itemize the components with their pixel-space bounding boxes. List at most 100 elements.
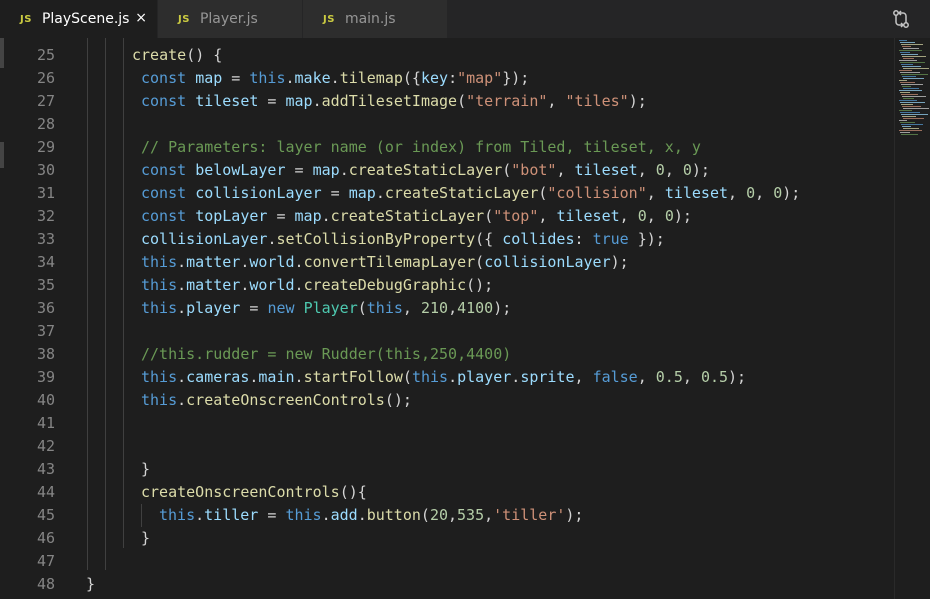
code-token: topLayer — [195, 207, 268, 225]
code-line[interactable]: 32 const topLayer = map.createStaticLayer… — [0, 205, 894, 228]
code-token: ( — [420, 506, 430, 524]
code-token: const — [141, 69, 187, 87]
code-line[interactable]: 29 // Parameters: layer name (or index) f… — [0, 136, 894, 159]
code-line[interactable]: 28 — [0, 113, 894, 136]
minimap-line — [902, 106, 921, 107]
code-token: , — [619, 207, 638, 225]
minimap-line — [899, 100, 917, 101]
code-text: createOnscreenControls(){ — [141, 481, 367, 504]
code-token: 0 — [637, 207, 647, 225]
code-line[interactable]: 33 collisionLayer.setCollisionByProperty(… — [0, 228, 894, 251]
line-number: 46 — [36, 529, 55, 547]
code-token: "map" — [457, 69, 503, 87]
code-token: cameras — [186, 368, 250, 386]
line-number: 45 — [36, 506, 55, 524]
code-line[interactable]: 46} — [0, 527, 894, 550]
code-line[interactable]: 39 this.cameras.main.startFollow(this.pla… — [0, 366, 894, 389]
code-token: } — [141, 529, 151, 547]
code-line[interactable]: 26 const map = this.make.tilemap({key:"ma… — [0, 67, 894, 90]
code-token: this — [141, 368, 178, 386]
code-token: const — [141, 207, 187, 225]
minimap-line — [903, 78, 924, 79]
code-token: // Parameters: layer name (or index) fro… — [141, 138, 701, 156]
code-line[interactable]: 47 — [0, 550, 894, 573]
code-token: createOnscreenControls — [186, 391, 385, 409]
minimap-line — [902, 86, 911, 87]
code-text: this.player = new Player(this, 210,4100)… — [141, 297, 511, 320]
code-text: collisionLayer.setCollisionByProperty({ … — [141, 228, 665, 251]
minimap-line — [899, 110, 912, 111]
code-token: . — [294, 276, 304, 294]
minimap-line — [900, 62, 925, 63]
code-text: this.matter.world.createDebugGraphic(); — [141, 274, 493, 297]
line-number: 31 — [36, 184, 55, 202]
minimap-line — [900, 92, 910, 93]
javascript-file-icon: JS — [20, 13, 32, 25]
code-line[interactable]: 35 this.matter.world.createDebugGraphic()… — [0, 274, 894, 297]
line-number: 43 — [36, 460, 55, 478]
code-token: , — [728, 184, 747, 202]
code-line[interactable]: 27 const tileset = map.addTilesetImage("t… — [0, 90, 894, 113]
minimap-line — [901, 54, 918, 55]
line-number: 28 — [36, 115, 55, 133]
code-line[interactable]: 37 — [0, 320, 894, 343]
code-token: const — [141, 161, 187, 179]
code-line[interactable]: 38 //this.rudder = new Rudder(this,250,44… — [0, 343, 894, 366]
code-line[interactable]: 44 createOnscreenControls(){ — [0, 481, 894, 504]
code-token: main — [258, 368, 295, 386]
code-token: , — [448, 299, 458, 317]
minimap-line — [899, 130, 922, 131]
code-line[interactable]: 30 const belowLayer = map.createStaticLay… — [0, 159, 894, 182]
code-token: this — [285, 506, 322, 524]
minimap-line — [902, 46, 911, 47]
minimap[interactable] — [894, 38, 930, 599]
code-text: const collisionLayer = map.createStaticL… — [141, 182, 800, 205]
gutter-marker — [0, 38, 4, 68]
code-token: ); — [628, 92, 647, 110]
minimap-line — [902, 56, 926, 57]
code-line[interactable]: 25 create() { — [0, 44, 894, 67]
minimap-line — [900, 112, 920, 113]
code-token: collisionLayer — [141, 230, 268, 248]
tab-player[interactable]: JS Player.js — [158, 0, 303, 38]
code-line[interactable]: 31 const collisionLayer = map.createStati… — [0, 182, 894, 205]
code-text: this.tiller = this.add.button(20,535,'ti… — [159, 504, 583, 527]
code-line[interactable]: 41 — [0, 412, 894, 435]
code-token: 'tiller' — [493, 506, 566, 524]
code-token: make — [294, 69, 331, 87]
code-token: , — [538, 207, 557, 225]
code-token: ); — [673, 207, 692, 225]
code-line[interactable]: 42 — [0, 435, 894, 458]
minimap-line — [899, 70, 912, 71]
line-number: 47 — [36, 552, 55, 570]
code-line[interactable]: 36 this.player = new Player(this, 210,410… — [0, 297, 894, 320]
code-token: 0 — [664, 207, 674, 225]
minimap-line — [900, 122, 915, 123]
tab-main[interactable]: JS main.js — [303, 0, 448, 38]
tab-playscene[interactable]: JS PlayScene.js × — [0, 0, 158, 38]
close-icon[interactable]: × — [135, 10, 147, 26]
line-number: 38 — [36, 345, 55, 363]
code-line[interactable]: 40 this.createOnscreenControls(); — [0, 389, 894, 412]
code-line[interactable]: 43} — [0, 458, 894, 481]
line-number: 33 — [36, 230, 55, 248]
minimap-line — [902, 116, 916, 117]
line-number: 26 — [36, 69, 55, 87]
code-token: tileset — [195, 92, 259, 110]
code-editor[interactable]: 25 create() {26 const map = this.make.tile… — [0, 38, 894, 599]
code-token: ( — [457, 92, 467, 110]
code-token: matter — [186, 253, 241, 271]
code-token: } — [86, 575, 96, 593]
code-line[interactable]: 45 this.tiller = this.add.button(20,535,'… — [0, 504, 894, 527]
code-token: . — [177, 368, 187, 386]
code-token: 20 — [429, 506, 448, 524]
minimap-line — [900, 42, 915, 43]
code-token: world — [249, 253, 295, 271]
code-text: create() { — [132, 44, 222, 67]
minimap-line — [900, 82, 915, 83]
code-line[interactable]: 34 this.matter.world.convertTilemapLayer(… — [0, 251, 894, 274]
git-compare-icon[interactable] — [890, 8, 912, 30]
code-line[interactable]: 48} — [0, 573, 894, 596]
